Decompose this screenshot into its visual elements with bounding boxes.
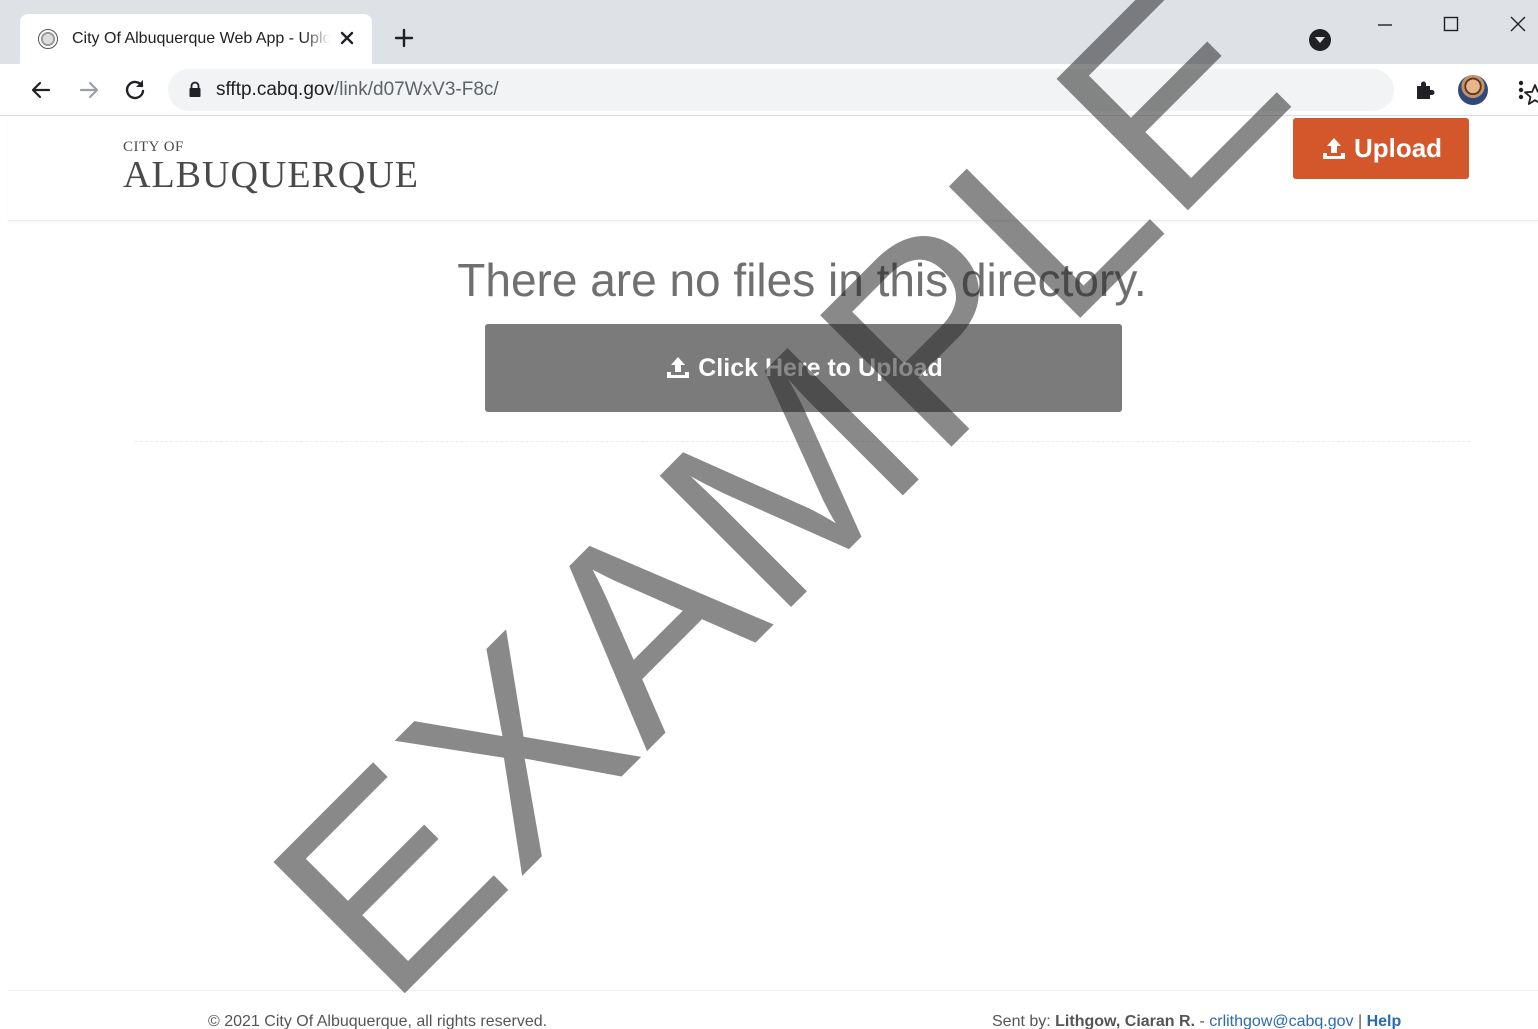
sent-by-separator: - (1195, 1013, 1210, 1029)
sent-by-line: Sent by: Lithgow, Ciaran R. - crlithgow@… (992, 1013, 1401, 1029)
profile-avatar[interactable] (1458, 75, 1488, 105)
footer-divider (8, 990, 1538, 991)
browser-tab[interactable]: City Of Albuquerque Web App - Upload (20, 14, 372, 64)
content-divider (135, 441, 1470, 442)
upload-icon (1322, 137, 1345, 159)
click-here-to-upload-button[interactable]: Click Here to Upload (485, 324, 1122, 412)
logo-albuquerque: ALBUQUERQUE (123, 154, 419, 196)
new-tab-plus-icon[interactable] (392, 26, 416, 50)
maximize-icon[interactable] (1436, 10, 1466, 40)
address-bar[interactable]: sfftp.cabq.gov/link/d07WxV3-F8c/ (168, 69, 1538, 111)
browser-toolbar: sfftp.cabq.gov/link/d07WxV3-F8c/ (0, 64, 1538, 116)
tab-search-icon[interactable] (1309, 29, 1331, 51)
sent-by-prefix: Sent by: (992, 1013, 1056, 1029)
empty-directory-message: There are no files in this directory. (457, 254, 1147, 306)
click-here-to-upload-label: Click Here to Upload (698, 353, 943, 382)
minimize-icon[interactable] (1370, 10, 1400, 40)
close-icon[interactable] (336, 27, 358, 49)
url-text[interactable]: sfftp.cabq.gov/link/d07WxV3-F8c/ (216, 79, 499, 101)
help-link[interactable]: Help (1367, 1013, 1402, 1029)
reload-icon[interactable] (122, 77, 148, 103)
upload-button[interactable]: Upload (1293, 118, 1469, 179)
browser-tab-strip: City Of Albuquerque Web App - Upload (0, 0, 1538, 64)
window-close-icon[interactable] (1503, 10, 1533, 40)
city-seal-favicon-icon (38, 29, 58, 49)
sender-name: Lithgow, Ciaran R. (1055, 1013, 1196, 1029)
site-header: CITY OF ALBUQUERQUE Upload (8, 117, 1538, 221)
url-host: sfftp.cabq.gov (216, 79, 334, 100)
lock-icon[interactable] (188, 81, 202, 98)
more-menu-icon[interactable] (1510, 77, 1532, 103)
url-path: /link/d07WxV3-F8c/ (333, 79, 499, 100)
logo-city-of: CITY OF (123, 139, 184, 155)
page-content: CITY OF ALBUQUERQUE Upload There are no … (0, 117, 1538, 1029)
copyright-text: © 2021 City Of Albuquerque, all rights r… (208, 1013, 548, 1029)
sender-email-link[interactable]: crlithgow@cabq.gov (1209, 1013, 1353, 1029)
sent-by-pipe: | (1353, 1013, 1367, 1029)
tab-title: City Of Albuquerque Web App - Upload (72, 30, 330, 47)
city-logo[interactable]: CITY OF ALBUQUERQUE (123, 139, 419, 195)
back-arrow-icon[interactable] (28, 77, 54, 103)
upload-button-label: Upload (1353, 133, 1443, 163)
upload-icon (667, 357, 690, 378)
forward-arrow-icon[interactable] (76, 77, 102, 103)
extensions-puzzle-icon[interactable] (1412, 77, 1438, 103)
